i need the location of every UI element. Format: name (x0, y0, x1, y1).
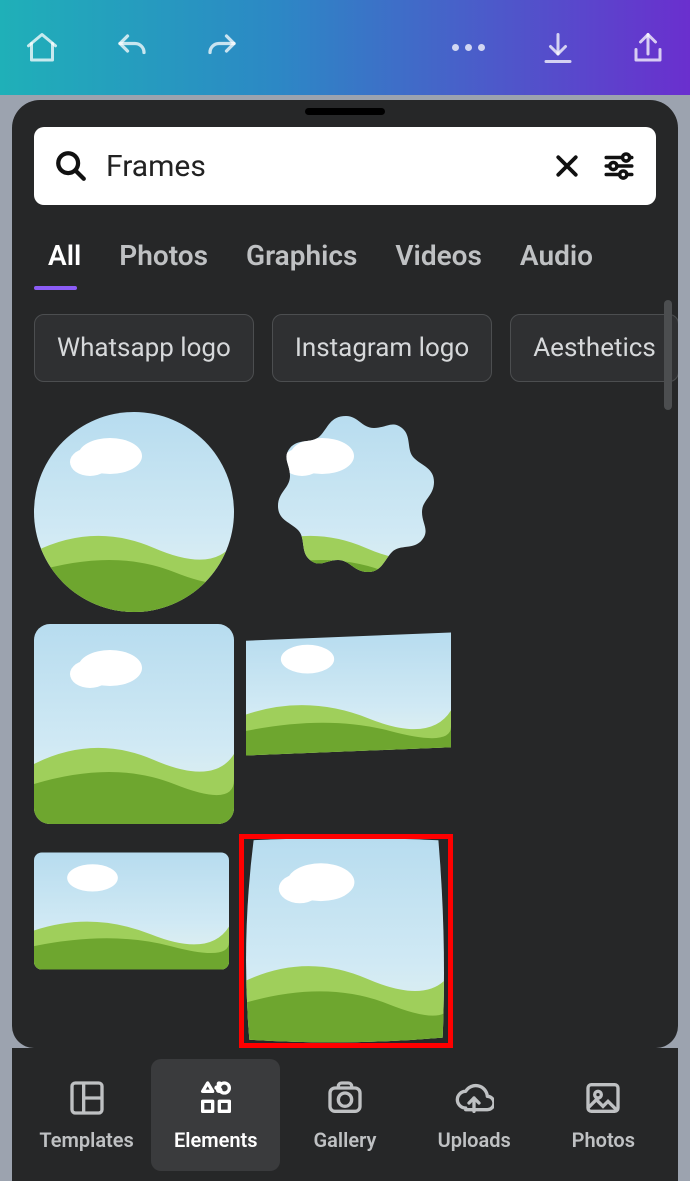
suggestion-chips: Whatsapp logo Instagram logo Aesthetics (12, 290, 678, 392)
results-grid (12, 392, 678, 1048)
search-bar[interactable] (34, 127, 656, 205)
tab-videos[interactable]: Videos (381, 233, 496, 290)
photos-icon (583, 1078, 623, 1118)
nav-templates[interactable]: Templates (22, 1078, 151, 1152)
frame-circle[interactable] (34, 412, 234, 612)
top-toolbar (0, 0, 690, 95)
bottom-nav: Templates Elements Gallery Uploads Photo… (12, 1048, 678, 1181)
nav-elements[interactable]: Elements (151, 1059, 280, 1171)
share-icon[interactable] (628, 28, 668, 68)
chip-whatsapp-logo[interactable]: Whatsapp logo (34, 314, 254, 382)
templates-icon (67, 1078, 107, 1118)
nav-label: Uploads (438, 1128, 511, 1152)
nav-uploads[interactable]: Uploads (410, 1078, 539, 1152)
tab-all[interactable]: All (34, 233, 95, 290)
frame-skew-rect[interactable] (246, 624, 451, 764)
uploads-icon (454, 1078, 494, 1118)
nav-label: Photos (572, 1128, 635, 1152)
frame-selected-square[interactable] (241, 836, 451, 1046)
nav-label: Gallery (314, 1128, 377, 1152)
nav-label: Elements (174, 1128, 258, 1152)
redo-icon[interactable] (202, 28, 242, 68)
chip-aesthetics[interactable]: Aesthetics (510, 314, 678, 382)
drag-handle[interactable] (305, 108, 385, 115)
frame-wide-rect[interactable] (34, 836, 229, 976)
elements-icon (196, 1078, 236, 1118)
filters-icon[interactable] (602, 149, 636, 183)
search-icon (54, 149, 88, 183)
more-icon[interactable] (448, 28, 488, 68)
chip-instagram-logo[interactable]: Instagram logo (272, 314, 492, 382)
nav-label: Templates (39, 1128, 133, 1152)
undo-icon[interactable] (112, 28, 152, 68)
nav-gallery[interactable]: Gallery (280, 1078, 409, 1152)
clear-icon[interactable] (550, 149, 584, 183)
tab-graphics[interactable]: Graphics (232, 233, 371, 290)
scrollbar[interactable] (664, 300, 672, 410)
home-icon[interactable] (22, 28, 62, 68)
gallery-icon (325, 1078, 365, 1118)
tab-photos[interactable]: Photos (105, 233, 222, 290)
nav-photos[interactable]: Photos (539, 1078, 668, 1152)
category-tabs: All Photos Graphics Videos Audio (12, 205, 678, 290)
search-input[interactable] (106, 149, 532, 184)
selection-highlight (239, 834, 453, 1048)
download-icon[interactable] (538, 28, 578, 68)
frame-rounded-rect[interactable] (34, 624, 234, 824)
tab-audio[interactable]: Audio (506, 233, 607, 290)
elements-panel: All Photos Graphics Videos Audio Whatsap… (12, 100, 678, 1048)
frame-wavy-badge[interactable] (246, 412, 446, 612)
